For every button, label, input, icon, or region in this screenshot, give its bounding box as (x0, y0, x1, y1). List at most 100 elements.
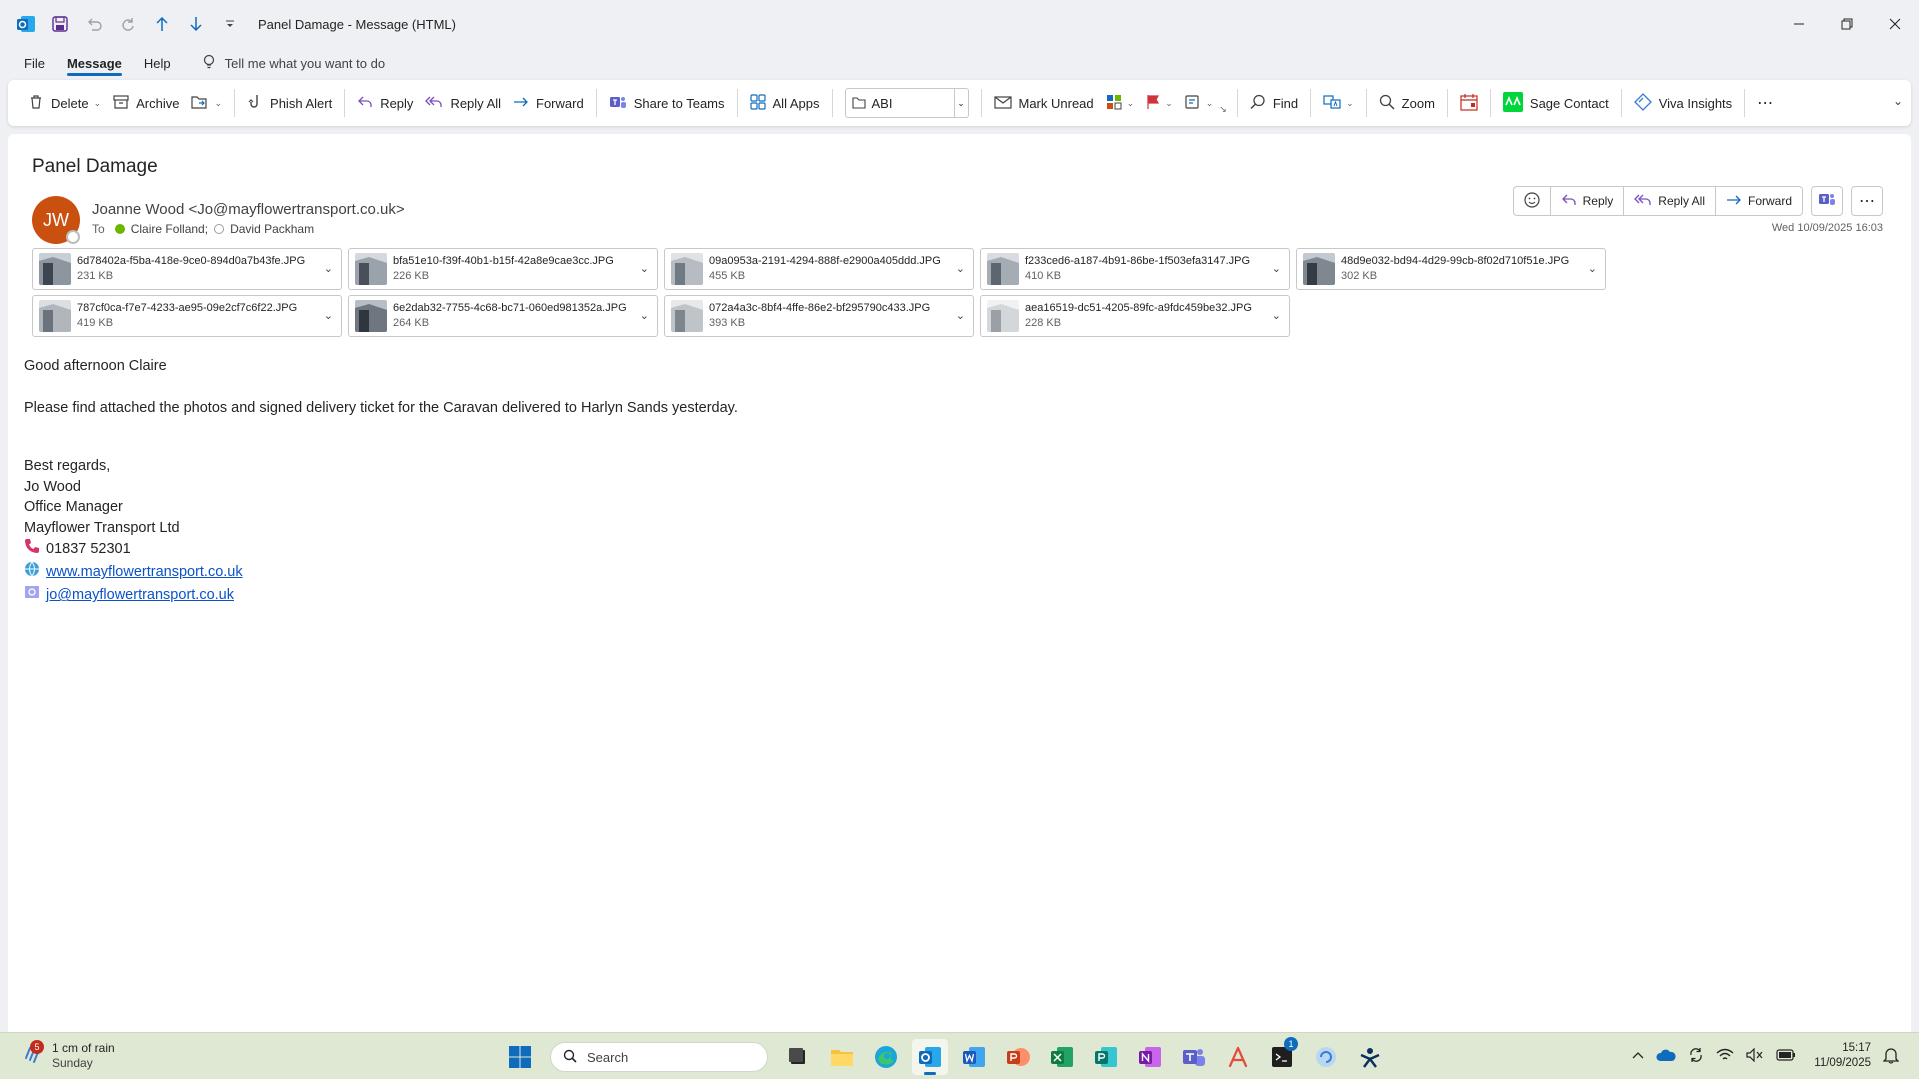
chevron-down-icon[interactable]: ⌄ (1588, 262, 1597, 275)
task-view-icon[interactable] (780, 1039, 816, 1075)
notification-bell-icon[interactable] (1882, 1046, 1900, 1067)
move-button[interactable]: ⌄ (185, 87, 228, 119)
weather-widget[interactable]: 5 1 cm of rain Sunday (20, 1040, 115, 1071)
website-link[interactable]: www.mayflowertransport.co.uk (46, 562, 243, 583)
chevron-down-icon[interactable]: ⌄ (1346, 98, 1354, 109)
taskbar-search[interactable]: Search (550, 1042, 768, 1072)
terminal-app-icon[interactable]: 1 (1264, 1037, 1300, 1075)
attachment-card[interactable]: 072a4a3c-8bf4-4ffe-86e2-bf295790c433.JPG… (664, 295, 974, 337)
chevron-down-icon[interactable]: ⌄ (1206, 98, 1214, 109)
attachment-card[interactable]: 48d9e032-bd94-4d29-99cb-8f02d710f51e.JPG… (1296, 248, 1606, 290)
next-item-icon[interactable] (182, 10, 210, 38)
file-explorer-icon[interactable] (824, 1039, 860, 1075)
chevron-down-icon[interactable]: ⌄ (1272, 262, 1281, 275)
onedrive-icon[interactable] (1656, 1048, 1676, 1065)
redo-icon[interactable] (114, 10, 142, 38)
more-commands-button[interactable]: ⋯ (1751, 87, 1780, 119)
calendar-addin-button[interactable] (1454, 87, 1484, 119)
chevron-down-icon[interactable]: ⌄ (94, 98, 102, 109)
chevron-down-icon[interactable]: ⌄ (214, 98, 222, 109)
mark-unread-button[interactable]: Mark Unread (988, 87, 1100, 119)
move-to-folder-combo[interactable]: ABI ⌄ (844, 88, 969, 118)
zoom-button[interactable]: Zoom (1373, 87, 1441, 119)
excel-icon[interactable] (1044, 1039, 1080, 1075)
tags-button[interactable]: ⌄ (1179, 87, 1220, 119)
restore-button[interactable] (1823, 0, 1871, 48)
phone-icon (24, 538, 40, 561)
delete-button[interactable]: Delete ⌄ (22, 87, 107, 119)
share-to-teams-button[interactable]: Share to Teams (603, 87, 731, 119)
folder-combo-value[interactable]: ABI (846, 95, 954, 112)
attachment-card[interactable]: aea16519-dc51-4205-89fc-a9fdc459be32.JPG… (980, 295, 1290, 337)
start-button[interactable] (502, 1039, 538, 1075)
outlook-taskbar-icon[interactable] (912, 1039, 948, 1075)
wifi-icon[interactable] (1716, 1048, 1734, 1065)
chevron-down-icon[interactable]: ⌄ (953, 89, 968, 117)
chevron-down-icon[interactable]: ⌄ (324, 262, 333, 275)
archive-button[interactable]: Archive (107, 87, 185, 119)
chevron-down-icon[interactable]: ⌄ (324, 309, 333, 322)
undo-icon[interactable] (80, 10, 108, 38)
follow-up-button[interactable]: ⌄ (1140, 87, 1179, 119)
recipient[interactable]: David Packham (230, 222, 314, 236)
chevron-down-icon[interactable]: ⌄ (1165, 98, 1173, 109)
recipient[interactable]: Claire Folland; (131, 222, 208, 236)
sage-contact-button[interactable]: Sage Contact (1497, 87, 1615, 119)
tab-file[interactable]: File (16, 48, 53, 78)
chevron-down-icon[interactable]: ⌄ (640, 309, 649, 322)
refresh-app-icon[interactable] (1308, 1039, 1344, 1075)
edge-browser-icon[interactable] (868, 1039, 904, 1075)
teams-taskbar-icon[interactable] (1176, 1039, 1212, 1075)
tab-help[interactable]: Help (136, 48, 179, 78)
tell-me-search[interactable]: Tell me what you want to do (203, 54, 385, 73)
system-clock[interactable]: 15:17 11/09/2025 (1814, 1041, 1871, 1071)
close-button[interactable] (1871, 0, 1919, 48)
attachment-card[interactable]: 787cf0ca-f7e7-4233-ae95-09e2cf7c6f22.JPG… (32, 295, 342, 337)
find-button[interactable]: Find (1244, 87, 1304, 119)
attachment-card[interactable]: 09a0953a-2191-4294-888f-e2900a405ddd.JPG… (664, 248, 974, 290)
attachment-card[interactable]: 6e2dab32-7755-4c68-bc71-060ed981352a.JPG… (348, 295, 658, 337)
minimize-button[interactable] (1775, 0, 1823, 48)
email-link[interactable]: jo@mayflowertransport.co.uk (46, 585, 234, 606)
chevron-down-icon[interactable]: ⌄ (956, 262, 965, 275)
all-apps-button[interactable]: All Apps (744, 87, 826, 119)
publisher-icon[interactable] (1088, 1039, 1124, 1075)
reply-all-button[interactable]: Reply All (419, 87, 507, 119)
chevron-down-icon[interactable]: ⌄ (640, 262, 649, 275)
tab-message[interactable]: Message (59, 48, 130, 78)
signature-company: Mayflower Transport Ltd (24, 519, 180, 536)
previous-item-icon[interactable] (148, 10, 176, 38)
react-button[interactable] (1514, 187, 1551, 215)
save-icon[interactable] (46, 10, 74, 38)
pane-reply-all-button[interactable]: Reply All (1624, 187, 1716, 215)
viva-insights-button[interactable]: Viva Insights (1628, 87, 1738, 119)
onenote-icon[interactable] (1132, 1039, 1168, 1075)
chevron-down-icon[interactable]: ⌄ (956, 309, 965, 322)
phish-alert-button[interactable]: Phish Alert (241, 87, 338, 119)
more-actions-button[interactable]: ⋯ (1851, 186, 1883, 216)
reply-button[interactable]: Reply (351, 87, 419, 119)
attachment-card[interactable]: f233ced6-a187-4b91-86be-1f503efa3147.JPG… (980, 248, 1290, 290)
teams-share-button[interactable] (1811, 186, 1843, 216)
sender-name[interactable]: Joanne Wood <Jo@mayflowertransport.co.uk… (92, 201, 405, 218)
translate-button[interactable]: ⌄ (1317, 87, 1360, 119)
sage-app-icon[interactable] (1352, 1039, 1388, 1075)
acrobat-icon[interactable] (1220, 1039, 1256, 1075)
customize-toolbar-icon[interactable] (216, 10, 244, 38)
powerpoint-icon[interactable] (1000, 1039, 1036, 1075)
battery-icon[interactable] (1776, 1048, 1796, 1064)
categorize-button[interactable]: ⌄ (1100, 87, 1141, 119)
chevron-down-icon[interactable]: ⌄ (1127, 98, 1135, 109)
collapse-ribbon-icon[interactable]: ⌄ (1893, 94, 1903, 108)
pane-reply-button[interactable]: Reply (1551, 187, 1625, 215)
sync-icon[interactable] (1688, 1047, 1704, 1066)
forward-button[interactable]: Forward (507, 87, 590, 119)
pane-forward-button[interactable]: Forward (1716, 187, 1802, 215)
show-hidden-icons-icon[interactable] (1632, 1049, 1644, 1063)
attachment-card[interactable]: bfa51e10-f39f-40b1-b15f-42a8e9cae3cc.JPG… (348, 248, 658, 290)
word-icon[interactable] (956, 1039, 992, 1075)
volume-muted-icon[interactable] (1746, 1047, 1764, 1065)
chevron-down-icon[interactable]: ⌄ (1272, 309, 1281, 322)
dialog-launcher-icon[interactable]: ↘ (1219, 104, 1227, 115)
attachment-card[interactable]: 6d78402a-f5ba-418e-9ce0-894d0a7b43fe.JPG… (32, 248, 342, 290)
